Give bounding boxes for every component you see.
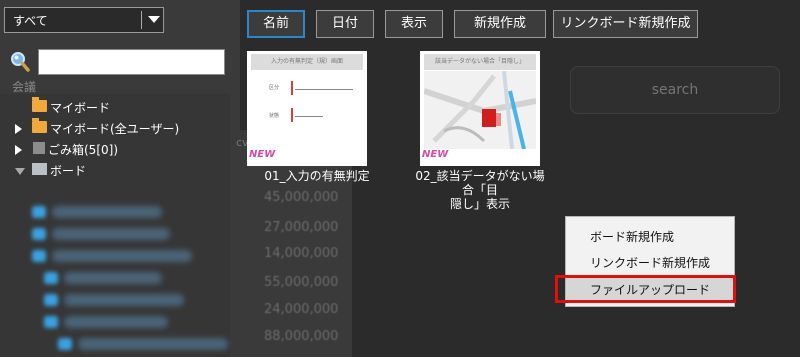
tree-item-board[interactable]: ボード [0, 160, 230, 180]
search-icon[interactable] [10, 51, 30, 73]
map-image [424, 71, 536, 149]
thumbnail-1-title[interactable]: 01_入力の有無判定 [247, 169, 387, 183]
filter-dropdown-value: すべて [13, 14, 48, 28]
background-value: 88,000,000 [264, 329, 339, 344]
blurred-board-icon [32, 206, 46, 218]
menu-item-link-board-create[interactable]: リンクボード新規作成 [566, 251, 736, 275]
chevron-down-icon[interactable] [148, 16, 160, 23]
new-badge: NEW [422, 149, 449, 160]
background-value: 14,000,000 [264, 246, 339, 261]
blurred-board-icon [44, 316, 58, 328]
thumbnail-inner-title: 該当データがない場合「目隠し」 [434, 58, 525, 65]
blurred-tree-item [64, 294, 184, 306]
sort-by-name-button[interactable]: 名前 [247, 10, 305, 38]
link-board-create-button[interactable]: リンクボード新規作成 [553, 10, 698, 38]
thumbnail-title-line: 01_入力の有無判定 [264, 169, 370, 183]
tree-item-trash[interactable]: ごみ箱(5[0]) [0, 139, 230, 159]
blurred-board-icon [44, 294, 58, 306]
background-value: 27,000,000 [264, 220, 339, 235]
thumbnail-field-label: 区分 [269, 85, 280, 91]
thumbnail-marker [291, 81, 293, 95]
blurred-tree-item [64, 272, 162, 284]
background-value: 55,000,000 [264, 275, 339, 290]
background-value: 24,000,000 [264, 302, 339, 317]
filter-dropdown[interactable]: すべて [4, 7, 164, 33]
dropdown-separator [141, 11, 142, 29]
thumbnail-field-line [295, 116, 323, 117]
new-badge: NEW [249, 149, 276, 160]
sort-by-date-button[interactable]: 日付 [316, 10, 374, 38]
display-button[interactable]: 表示 [385, 10, 443, 38]
expand-arrow-icon[interactable] [15, 124, 22, 134]
menu-item-board-create[interactable]: ボード新規作成 [566, 225, 736, 249]
tree-item-my-board[interactable]: マイボード [0, 97, 230, 117]
thumbnail-title-line: 隠し」表示 [449, 197, 510, 211]
trash-icon [33, 142, 45, 154]
board-thumbnail-2[interactable]: 該当データがない場合「目隠し」 NEW [420, 51, 540, 166]
folder-icon [32, 118, 47, 133]
blurred-tree-item [52, 228, 170, 240]
blurred-board-icon [32, 250, 46, 262]
expand-arrow-icon[interactable] [15, 145, 22, 155]
tree-item-label: ボード [50, 164, 87, 178]
tree-search [8, 49, 225, 75]
folder-icon [32, 97, 47, 112]
blurred-board-icon [58, 338, 72, 350]
collapse-arrow-icon[interactable] [15, 168, 25, 175]
tree-item-my-board-all-users[interactable]: マイボード(全ユーザー) [0, 118, 230, 138]
tree-search-input[interactable] [38, 49, 225, 75]
tree-item-label: マイボード(全ユーザー) [50, 122, 180, 136]
blurred-tree-item [52, 206, 162, 218]
thumbnail-field-line [295, 89, 353, 90]
background-value: 45,000,000 [264, 190, 339, 205]
board-tree: マイボード マイボード(全ユーザー) ごみ箱(5[0]) ボード [0, 94, 230, 357]
highlight-box [555, 275, 736, 303]
tree-header: 会議 [12, 80, 37, 94]
thumbnail-marker [291, 108, 293, 122]
blurred-board-icon [44, 272, 58, 284]
board-search-input[interactable] [570, 66, 780, 114]
board-icon [32, 163, 47, 175]
blurred-tree-item [64, 316, 168, 328]
blurred-tree-item [78, 338, 228, 350]
new-create-button[interactable]: 新規作成 [454, 10, 546, 38]
tree-item-label: マイボード [50, 101, 111, 115]
tree-item-label: ごみ箱(5[0]) [48, 143, 118, 157]
board-thumbnail-1[interactable]: 入力の有無判定（規）画面 区分 状態 NEW [247, 51, 367, 166]
thumbnail-title-line: 02_該当データがない場合「目 [415, 169, 545, 197]
thumbnail-field-label: 状態 [269, 113, 280, 119]
thumbnail-inner-title: 入力の有無判定（規）画面 [270, 58, 343, 65]
thumbnail-2-title[interactable]: 02_該当データがない場合「目 隠し」表示 [410, 169, 550, 211]
blurred-tree-item [52, 250, 192, 262]
left-panel: すべて 会議 マイボード マイボード(全ユーザー) ごみ箱(5[0]) ボード [0, 0, 240, 357]
blurred-board-icon [32, 228, 46, 240]
